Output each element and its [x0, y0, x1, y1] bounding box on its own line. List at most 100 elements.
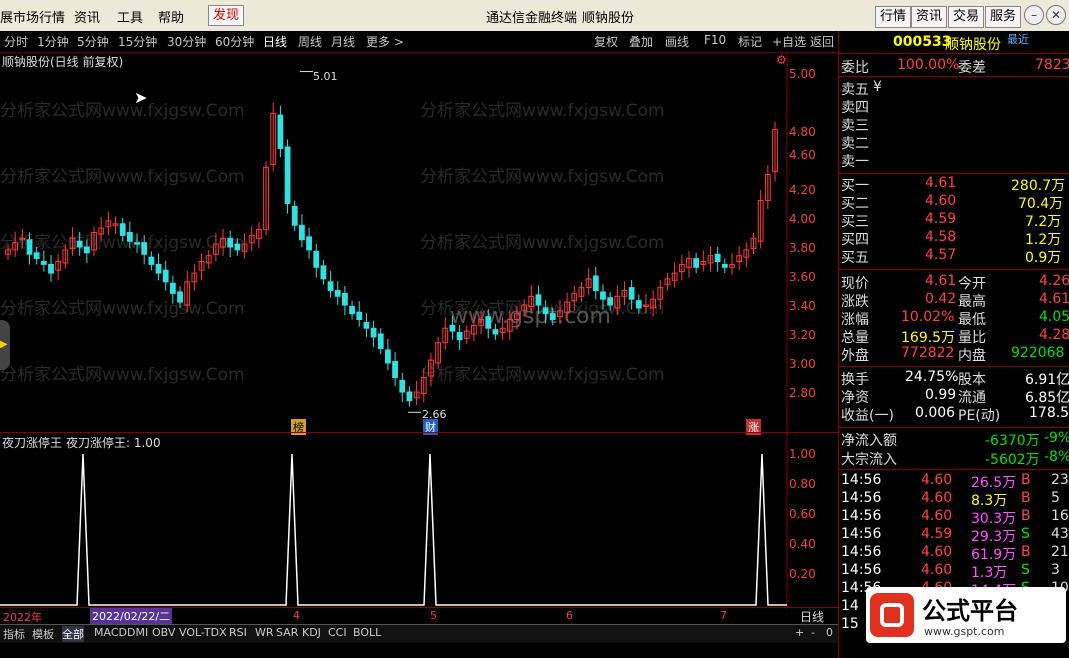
minimize-icon[interactable]: –	[1024, 5, 1044, 25]
y-tick: 3.00	[789, 357, 816, 371]
tab-indicator[interactable]: 指标	[3, 626, 25, 642]
add-watchlist-button[interactable]: +自选	[772, 33, 806, 50]
menu-tools[interactable]: 工具	[117, 7, 143, 26]
weicha-value: 7823	[1035, 57, 1069, 73]
netflow-value: -6370万	[985, 433, 1040, 449]
close-icon[interactable]: ✕	[1046, 5, 1066, 25]
candle-body	[284, 146, 291, 204]
tab-dmi[interactable]: DMI	[127, 626, 148, 639]
y-tick: 3.80	[789, 241, 816, 255]
netasset-value: 0.99	[925, 387, 957, 403]
overlay-button[interactable]: 叠加	[629, 33, 653, 50]
candle-body	[155, 263, 162, 274]
menu-discover[interactable]: 发现	[208, 5, 245, 26]
tick-time: 15	[841, 616, 859, 632]
adjust-button[interactable]: 复权	[594, 33, 618, 50]
period-60min[interactable]: 60分钟	[215, 33, 254, 50]
period-weekly[interactable]: 周线	[298, 33, 322, 50]
tab-template[interactable]: 模板	[32, 626, 54, 642]
inner-value: 922068	[1011, 345, 1065, 361]
candle-body	[177, 291, 183, 303]
tab-obv[interactable]: OBV	[152, 626, 175, 639]
bid-5-price: 4.57	[925, 247, 957, 263]
tab-cci[interactable]: CCI	[328, 626, 347, 639]
ask-5-value: ¥	[873, 79, 882, 95]
candle-body	[370, 327, 377, 338]
candle-body	[26, 239, 33, 255]
draw-button[interactable]: 画线	[665, 33, 689, 50]
zoom-reset-button[interactable]: 0	[826, 626, 833, 639]
candle-body	[349, 305, 355, 315]
period-daily[interactable]: 日线	[263, 33, 287, 50]
candle-body	[635, 300, 642, 309]
period-15min[interactable]: 15分钟	[118, 33, 157, 50]
trade-button[interactable]: 交易	[948, 6, 985, 28]
tab-vol-tdx[interactable]: VOL-TDX	[179, 626, 227, 639]
menu-help[interactable]: 帮助	[158, 7, 184, 26]
candle-body	[298, 224, 305, 241]
kline-panel[interactable]: 分析家公式网www.fxjgsw.Com 分析家公式网www.fxjgsw.Co…	[0, 52, 838, 435]
quote-button[interactable]: 行情	[875, 6, 912, 28]
tick-side: S	[1021, 526, 1030, 542]
period-30min[interactable]: 30分钟	[167, 33, 206, 50]
f10-button[interactable]: F10	[704, 33, 726, 47]
float-label: 流通	[958, 390, 986, 406]
period-5min[interactable]: 5分钟	[77, 33, 109, 50]
tick-count: 21	[1051, 544, 1069, 560]
period-more[interactable]: 更多 >	[366, 33, 404, 50]
menu-news[interactable]: 资讯	[74, 7, 100, 26]
tab-sar[interactable]: SAR	[276, 626, 298, 639]
y-tick: 1.00	[789, 447, 816, 461]
tab-rsi[interactable]: RSI	[229, 626, 247, 639]
tick-time: 14:56	[841, 544, 882, 560]
volume-label: 总量	[841, 330, 869, 346]
back-button[interactable]: 返回	[810, 33, 834, 50]
tab-macd[interactable]: MACD	[94, 626, 127, 639]
tick-count: 16	[1051, 508, 1069, 524]
y-tick: 4.20	[789, 183, 816, 197]
info-button[interactable]: 资讯	[911, 6, 948, 28]
stock-name: 顺钠股份	[945, 37, 1001, 53]
tab-all[interactable]: 全部	[62, 626, 84, 642]
period-monthly[interactable]: 月线	[331, 33, 355, 50]
tab-boll[interactable]: BOLL	[353, 626, 381, 639]
zoom-in-button[interactable]: +	[795, 626, 804, 639]
weibi-value: 100.00%	[897, 57, 960, 73]
period-timeshare[interactable]: 分时	[4, 33, 28, 50]
price-value: 4.61	[925, 273, 957, 289]
candle-body	[356, 311, 363, 320]
inner-label: 内盘	[958, 348, 986, 364]
y-tick: 3.20	[789, 328, 816, 342]
candle-body	[134, 242, 140, 245]
kline-chart[interactable]	[0, 52, 838, 432]
bid-3-label: 买三	[841, 214, 869, 230]
outer-value: 772822	[901, 345, 955, 361]
weibi-label: 委比	[841, 60, 869, 76]
menu-market[interactable]: 展市场行情	[0, 7, 65, 26]
bid-3-volume: 7.2万	[1025, 214, 1062, 230]
bid-2-volume: 70.4万	[1018, 196, 1064, 212]
mark-button[interactable]: 标记	[738, 33, 762, 50]
candle-body	[141, 242, 148, 255]
side-expand-icon[interactable]: ▶	[0, 320, 10, 370]
tick-count: 43	[1051, 526, 1069, 542]
candle-body	[327, 281, 334, 292]
zoom-out-button[interactable]: -	[811, 626, 815, 639]
tab-kdj[interactable]: KDJ	[302, 626, 321, 639]
period-1min[interactable]: 1分钟	[37, 33, 69, 50]
recent-link[interactable]: 最近	[1007, 31, 1029, 49]
candle-body	[119, 223, 126, 236]
gspt-logo: 公式平台 www.gspt.com	[866, 587, 1066, 643]
blockflow-value: -5602万	[985, 452, 1040, 468]
candle-body	[399, 379, 406, 393]
y-tick: 0.40	[789, 537, 816, 551]
tab-wr[interactable]: WR	[255, 626, 274, 639]
indicator-chart[interactable]	[0, 433, 838, 609]
weicha-label: 委差	[958, 60, 986, 76]
candle-body	[40, 261, 47, 265]
y-tick: 0.80	[789, 477, 816, 491]
candle-body	[83, 246, 90, 254]
indicator-panel[interactable]: 夜刀涨停王 夜刀涨停王: 1.00 1.00 0.80 0.60 0.40 0.…	[0, 432, 838, 609]
service-button[interactable]: 服务	[985, 6, 1022, 28]
bid-4-label: 买四	[841, 232, 869, 248]
